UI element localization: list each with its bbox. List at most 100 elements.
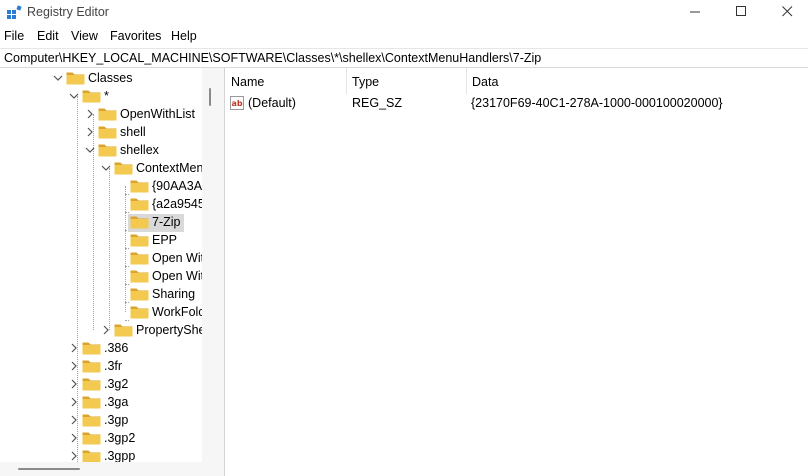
tree-item-3gp2[interactable]: .3gp2 xyxy=(0,430,202,448)
tree-horizontal-scrollbar[interactable] xyxy=(0,462,202,476)
tree-item-open-with[interactable]: Open Wit xyxy=(0,250,202,268)
folder-icon xyxy=(130,179,149,193)
minimize-button[interactable] xyxy=(672,0,718,24)
folder-icon xyxy=(82,341,101,355)
tree-item-open-with-2[interactable]: Open Wit xyxy=(0,268,202,286)
chevron-right-icon[interactable] xyxy=(85,107,95,121)
menu-help[interactable]: Help xyxy=(171,29,197,43)
tree-item-guid-90aa3a4[interactable]: {90AA3A4 xyxy=(0,178,202,196)
tree-item-3fr[interactable]: .3fr xyxy=(0,358,202,376)
tree-item-contextmenuhandlers[interactable]: ContextMen xyxy=(0,160,202,178)
folder-icon xyxy=(98,143,117,157)
tree-item-epp[interactable]: EPP xyxy=(0,232,202,250)
tree-item-3g2[interactable]: .3g2 xyxy=(0,376,202,394)
tree-label: .3fr xyxy=(104,359,123,373)
tree-label: ContextMen xyxy=(136,161,202,175)
chevron-right-icon[interactable] xyxy=(69,377,79,391)
tree-label: .386 xyxy=(104,341,129,355)
folder-icon xyxy=(66,71,85,85)
tree-label: Open Wit xyxy=(152,269,202,283)
folder-icon xyxy=(82,413,101,427)
column-header-type[interactable]: Type xyxy=(346,68,466,94)
close-icon xyxy=(782,6,793,17)
value-type: REG_SZ xyxy=(352,96,403,110)
column-label: Data xyxy=(472,75,499,89)
tree-item-propertysheethandlers[interactable]: PropertyShe xyxy=(0,322,202,340)
chevron-right-icon[interactable] xyxy=(69,431,79,445)
tree-item-shell[interactable]: shell xyxy=(0,124,202,142)
chevron-right-icon[interactable] xyxy=(101,323,111,337)
address-bar[interactable]: Computer\HKEY_LOCAL_MACHINE\SOFTWARE\Cla… xyxy=(0,48,808,68)
folder-icon xyxy=(82,449,101,462)
folder-icon xyxy=(130,305,149,319)
column-header-data[interactable]: Data xyxy=(466,68,806,94)
tree-item-7zip[interactable]: 7-Zip xyxy=(0,214,202,232)
column-header-name[interactable]: Name xyxy=(225,68,346,94)
folder-icon xyxy=(82,395,101,409)
value-name: (Default) xyxy=(248,96,296,110)
chevron-right-icon[interactable] xyxy=(69,341,79,355)
folder-icon xyxy=(82,431,101,445)
tree-item-star[interactable]: * xyxy=(0,88,202,106)
chevron-right-icon[interactable] xyxy=(69,395,79,409)
tree-label: * xyxy=(104,89,109,103)
registry-editor-icon xyxy=(7,5,22,19)
maximize-button[interactable] xyxy=(718,0,764,24)
column-label: Type xyxy=(352,75,380,89)
chevron-right-icon[interactable] xyxy=(69,413,79,427)
tree-item-3gpp[interactable]: .3gpp xyxy=(0,448,202,462)
tree-label: EPP xyxy=(152,233,178,247)
minimize-icon xyxy=(690,11,700,13)
column-label: Name xyxy=(231,75,265,89)
tree-item-3gp[interactable]: .3gp xyxy=(0,412,202,430)
scrollbar-thumb[interactable] xyxy=(18,468,80,470)
scrollbar-thumb[interactable] xyxy=(209,88,211,106)
tree-label: .3gp xyxy=(104,413,129,427)
tree-label: Classes xyxy=(88,71,133,85)
tree-label: Sharing xyxy=(152,287,196,301)
value-row-default[interactable]: ab (Default) REG_SZ {23170F69-40C1-278A-… xyxy=(225,94,808,112)
menu-edit[interactable]: Edit xyxy=(37,29,59,43)
folder-icon xyxy=(82,89,101,103)
chevron-down-icon[interactable] xyxy=(85,143,95,157)
folder-icon xyxy=(114,323,133,337)
chevron-right-icon[interactable] xyxy=(69,359,79,373)
tree-item-workfolders[interactable]: WorkFolc xyxy=(0,304,202,322)
folder-icon xyxy=(130,197,149,211)
tree-item-386[interactable]: .386 xyxy=(0,340,202,358)
tree-label: shellex xyxy=(120,143,159,157)
chevron-down-icon[interactable] xyxy=(69,89,79,103)
tree-label: PropertyShe xyxy=(136,323,202,337)
folder-icon xyxy=(98,125,117,139)
tree-item-shellex[interactable]: shellex xyxy=(0,142,202,160)
tree-label: .3gpp xyxy=(104,449,136,462)
tree-item-classes[interactable]: Classes xyxy=(0,70,202,88)
key-tree[interactable]: Classes * OpenWithList shell shellex Con… xyxy=(0,68,202,462)
menu-view[interactable]: View xyxy=(71,29,98,43)
maximize-icon xyxy=(736,6,746,16)
tree-item-sharing[interactable]: Sharing xyxy=(0,286,202,304)
chevron-right-icon[interactable] xyxy=(69,449,79,462)
value-data: {23170F69-40C1-278A-1000-000100020000} xyxy=(471,96,723,110)
tree-label: .3ga xyxy=(104,395,129,409)
tree-item-3ga[interactable]: .3ga xyxy=(0,394,202,412)
tree-item-guid-a2a9545c[interactable]: {a2a9545c xyxy=(0,196,202,214)
close-button[interactable] xyxy=(764,0,808,24)
tree-label: WorkFolc xyxy=(152,305,202,319)
folder-icon xyxy=(130,215,149,229)
folder-icon xyxy=(98,107,117,121)
folder-icon xyxy=(82,359,101,373)
chevron-right-icon[interactable] xyxy=(85,125,95,139)
tree-label: shell xyxy=(120,125,146,139)
folder-icon xyxy=(82,377,101,391)
values-list[interactable]: Name Type Data ab (Default) REG_SZ {2317… xyxy=(225,68,808,476)
tree-item-openwithlist[interactable]: OpenWithList xyxy=(0,106,202,124)
chevron-down-icon[interactable] xyxy=(101,161,111,175)
menu-favorites[interactable]: Favorites xyxy=(110,29,161,43)
tree-label: 7-Zip xyxy=(152,215,181,229)
folder-icon xyxy=(130,269,149,283)
tree-vertical-scrollbar[interactable] xyxy=(202,68,224,476)
chevron-down-icon[interactable] xyxy=(53,71,63,85)
address-path[interactable]: Computer\HKEY_LOCAL_MACHINE\SOFTWARE\Cla… xyxy=(4,51,541,65)
menu-file[interactable]: File xyxy=(4,29,24,43)
